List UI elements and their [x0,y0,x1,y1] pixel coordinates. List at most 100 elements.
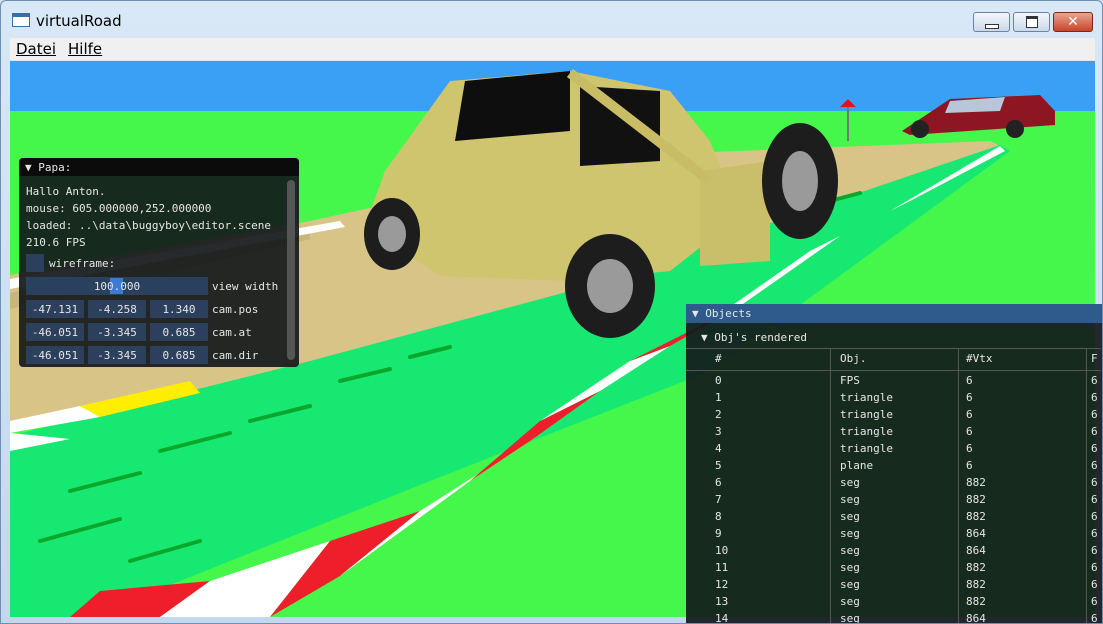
row-obj: triangle [840,442,893,455]
objects-panel-title[interactable]: ▼ Objects [686,304,1102,323]
row-f: 6 [1091,510,1098,523]
title-bar[interactable]: virtualRoad ✕ [1,1,1102,37]
row-f: 6 [1091,391,1098,404]
row-f: 6 [1091,425,1098,438]
row-obj: seg [840,476,860,489]
row-index: 0 [715,374,722,387]
view-width-slider[interactable]: 100.000 [26,277,208,295]
app-window: virtualRoad ✕ Datei Hilfe ▼ Papa: Hallo … [0,0,1103,624]
row-vtx: 882 [966,510,986,523]
cam-at-y[interactable]: -3.345 [88,323,146,341]
row-index: 6 [715,476,722,489]
row-vtx: 864 [966,544,986,557]
objs-rendered-header[interactable]: ▼ Obj's rendered [701,331,807,344]
row-index: 12 [715,578,729,591]
row-obj: seg [840,561,860,574]
menu-hilfe[interactable]: Hilfe [62,40,108,58]
cam-pos-label: cam.pos [212,303,259,316]
row-obj: triangle [840,425,893,438]
row-f: 6 [1091,578,1098,591]
minimize-icon [984,23,999,29]
row-vtx: 864 [966,527,986,540]
row-index: 10 [715,544,729,557]
row-f: 6 [1091,544,1098,557]
cam-at-x[interactable]: -46.051 [26,323,84,341]
window-title: virtualRoad [36,12,122,30]
fps-readout: 210.6 FPS [26,236,86,249]
papa-panel-title[interactable]: ▼ Papa: [19,158,299,176]
column-divider [958,348,959,623]
row-obj: FPS [840,374,860,387]
row-obj: triangle [840,391,893,404]
row-f: 6 [1091,442,1098,455]
cam-dir-z[interactable]: 0.685 [150,346,208,364]
row-f: 6 [1091,493,1098,506]
row-index: 11 [715,561,729,574]
row-vtx: 6 [966,459,973,472]
row-f: 6 [1091,561,1098,574]
row-obj: seg [840,527,860,540]
column-divider [830,348,831,623]
row-obj: seg [840,595,860,608]
row-obj: plane [840,459,874,472]
cam-at-z[interactable]: 0.685 [150,323,208,341]
cam-dir-y[interactable]: -3.345 [88,346,146,364]
cam-pos-x[interactable]: -47.131 [26,300,84,318]
row-vtx: 882 [966,493,986,506]
row-vtx: 6 [966,425,973,438]
row-obj: seg [840,578,860,591]
col-header-f[interactable]: F [1091,352,1098,365]
row-index: 9 [715,527,722,540]
cam-at-label: cam.at [212,326,252,339]
row-vtx: 6 [966,442,973,455]
close-icon: ✕ [1067,14,1079,30]
papa-panel[interactable]: ▼ Papa: Hallo Anton. mouse: 605.000000,2… [19,158,299,367]
papa-scrollbar[interactable] [287,180,295,360]
greeting-text: Hallo Anton. [26,185,106,198]
row-f: 6 [1091,408,1098,421]
row-obj: seg [840,544,860,557]
row-vtx: 864 [966,612,986,624]
row-vtx: 6 [966,374,973,387]
row-index: 1 [715,391,722,404]
row-vtx: 6 [966,391,973,404]
maximize-button[interactable] [1013,12,1050,32]
row-vtx: 882 [966,578,986,591]
wireframe-label: wireframe: [49,257,116,270]
row-index: 7 [715,493,722,506]
cam-dir-x[interactable]: -46.051 [26,346,84,364]
row-index: 3 [715,425,722,438]
menu-datei[interactable]: Datei [10,40,62,58]
view-width-value: 100.000 [93,279,141,293]
row-obj: triangle [840,408,893,421]
cam-pos-y[interactable]: -4.258 [88,300,146,318]
row-f: 6 [1091,459,1098,472]
cam-pos-z[interactable]: 1.340 [150,300,208,318]
view-width-label: view width [212,280,279,293]
mouse-readout: mouse: 605.000000,252.000000 [26,202,212,215]
row-f: 6 [1091,595,1098,608]
minimize-button[interactable] [973,12,1010,32]
row-f: 6 [1091,527,1098,540]
row-index: 14 [715,612,729,624]
row-f: 6 [1091,374,1098,387]
row-f: 6 [1091,476,1098,489]
column-divider [1086,348,1087,623]
row-vtx: 6 [966,408,973,421]
col-header-obj[interactable]: Obj. [840,352,867,365]
row-obj: seg [840,510,860,523]
row-vtx: 882 [966,561,986,574]
cam-dir-label: cam.dir [212,349,259,362]
maximize-icon [1025,16,1038,28]
wireframe-checkbox[interactable] [26,254,44,272]
menu-bar: Datei Hilfe [10,38,1095,60]
row-index: 8 [715,510,722,523]
row-vtx: 882 [966,476,986,489]
row-index: 13 [715,595,729,608]
loaded-scene-text: loaded: ..\data\buggyboy\editor.scene [26,219,272,232]
col-header-vtx[interactable]: #Vtx [966,352,993,365]
table-header [686,348,1101,371]
col-header-index[interactable]: # [715,352,722,365]
close-button[interactable]: ✕ [1053,12,1093,32]
objects-panel[interactable]: ▼ Objects ▼ Obj's rendered # Obj. #Vtx F… [686,304,1102,624]
